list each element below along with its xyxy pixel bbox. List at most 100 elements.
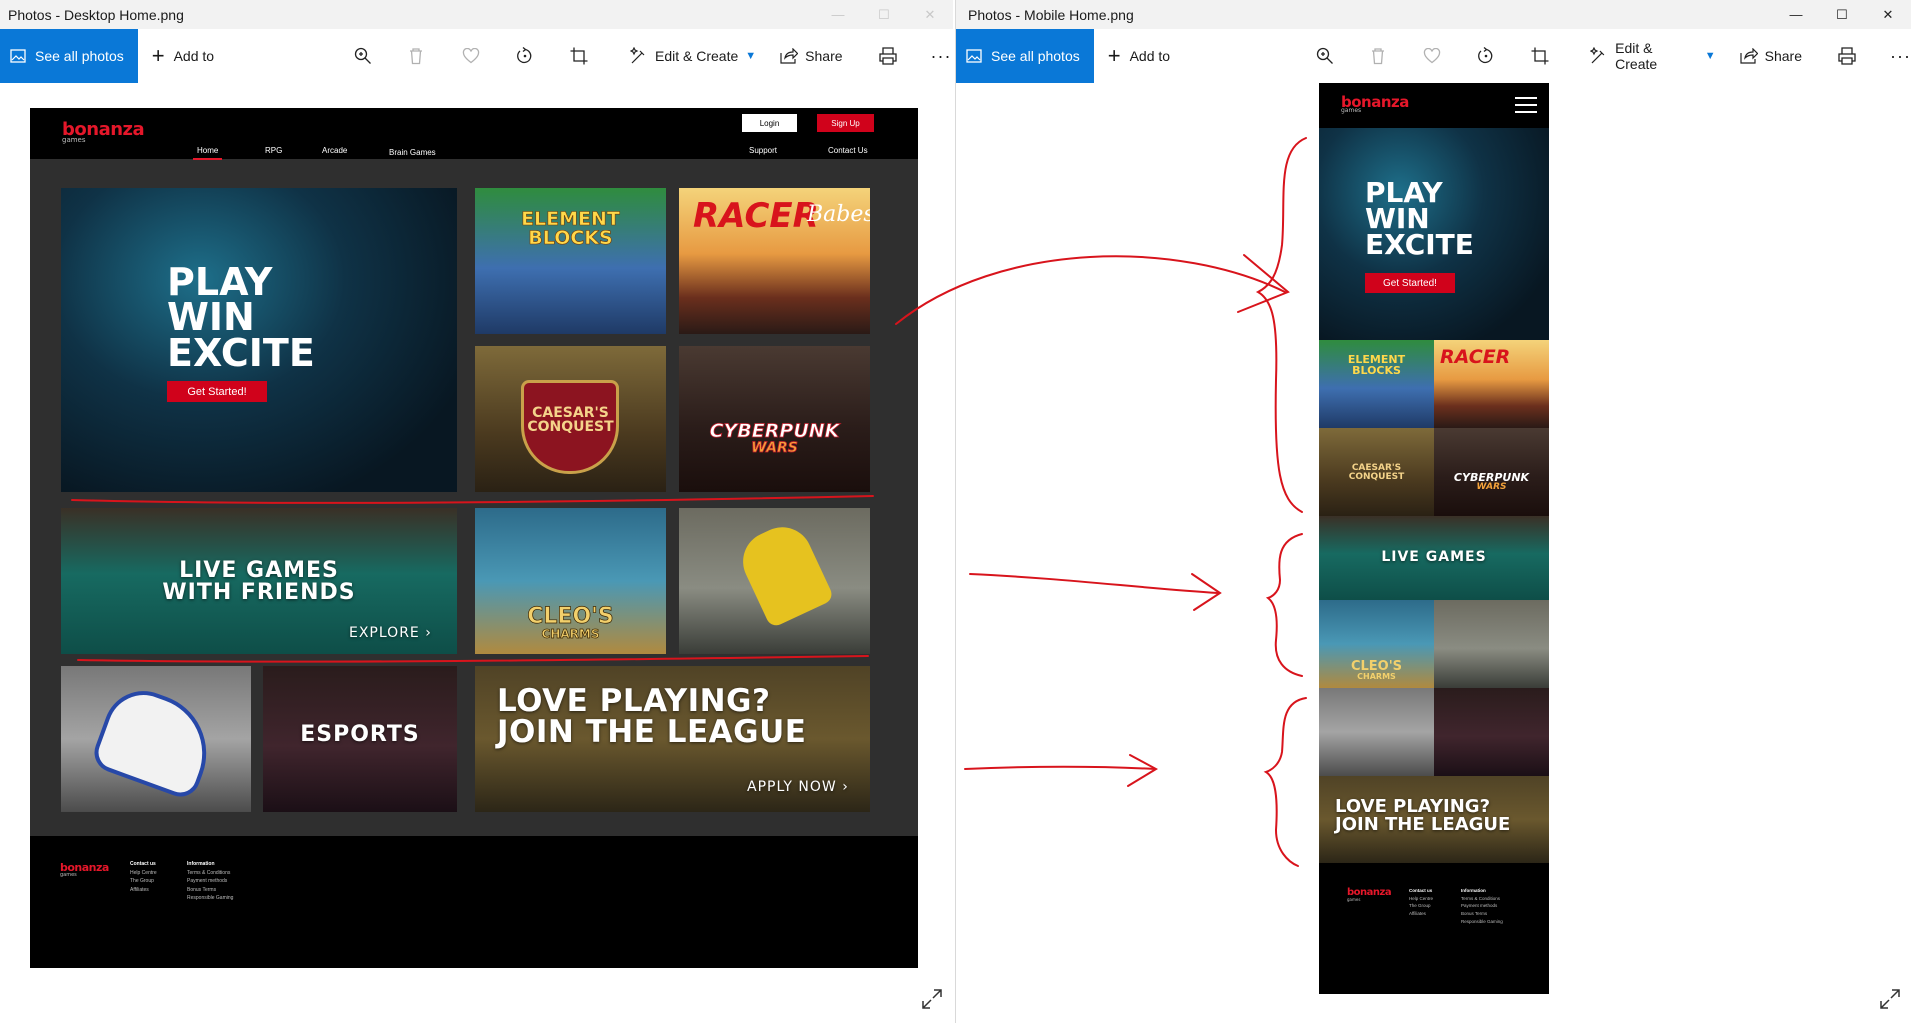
mobile-footer-logo: bonanza games: [1347, 887, 1392, 902]
see-all-photos-button[interactable]: See all photos: [0, 29, 138, 83]
nav-support: Support: [749, 146, 778, 155]
mobile-hero-heading: PLAY WIN EXCITE: [1365, 176, 1474, 262]
print-icon[interactable]: [1838, 47, 1856, 65]
edit-create-button[interactable]: Edit & Create ▼: [1590, 40, 1716, 72]
site-logo: bonanza games: [62, 119, 145, 144]
hero-tile: PLAY WIN EXCITE Get Started!: [61, 188, 457, 492]
delete-icon[interactable]: [1370, 47, 1424, 65]
edit-create-button[interactable]: Edit & Create ▼: [630, 47, 756, 65]
desktop-homepage-image: bonanza games Home RPG Arcade Brain Games…: [30, 108, 918, 968]
print-icon[interactable]: [878, 47, 897, 65]
mobile-motorbike: [1319, 688, 1434, 776]
share-label: Share: [1764, 48, 1802, 64]
see-all-photos-button[interactable]: See all photos: [956, 29, 1094, 83]
window-title: Photos - Mobile Home.png: [968, 6, 1134, 23]
footer-contact-column: Contact us Help Centre The Group Affilia…: [130, 861, 157, 893]
photo-icon: [10, 49, 26, 63]
site-footer: bonanza games Contact us Help Centre The …: [30, 836, 918, 968]
share-icon: [780, 48, 799, 64]
signup-button: Sign Up: [817, 114, 874, 132]
add-to-button[interactable]: + Add to: [1094, 45, 1170, 67]
apply-now-link: APPLY NOW ›: [747, 779, 849, 795]
mobile-live-games-heading: LIVE GAMES: [1381, 549, 1487, 565]
add-to-label: Add to: [1129, 48, 1171, 64]
nav-rpg: RPG: [265, 146, 283, 155]
mobile-cleos-charms: CLEO'S CHARMS: [1319, 600, 1434, 688]
mobile-hero-tile: PLAY WIN EXCITE Get Started!: [1319, 128, 1549, 340]
mobile-caesars-conquest: CAESAR'S CONQUEST: [1319, 428, 1434, 516]
caesars-conquest-tile: CAESAR'S CONQUEST: [475, 346, 666, 492]
share-icon: [1740, 48, 1758, 64]
edit-create-label: Edit & Create: [1615, 40, 1658, 72]
minimize-icon[interactable]: —: [815, 0, 861, 29]
cleos-charms-tile: CLEO'S CHARMS: [475, 508, 666, 654]
goalkeeper-tile: [679, 508, 870, 654]
edit-create-label: Edit & Create: [655, 48, 739, 64]
minimize-icon[interactable]: —: [1773, 0, 1819, 29]
footer-info-column: Information Terms & Conditions Payment m…: [187, 861, 234, 901]
edit-icon: [630, 47, 645, 64]
plus-icon: +: [1107, 43, 1121, 68]
rotate-icon[interactable]: [516, 47, 570, 65]
add-to-label: Add to: [173, 48, 215, 64]
hero-heading: PLAY WIN EXCITE: [167, 260, 315, 375]
window-controls: — ☐ ✕: [815, 0, 953, 29]
window-title: Photos - Desktop Home.png: [8, 6, 184, 23]
zoom-icon[interactable]: [354, 47, 408, 65]
mobile-header: bonanza games: [1319, 83, 1549, 128]
explore-link: EXPLORE ›: [349, 625, 432, 641]
expand-icon[interactable]: [921, 988, 943, 1015]
share-label: Share: [805, 48, 843, 64]
esports-heading: ESPORTS: [300, 722, 420, 747]
element-blocks-tile: ELEMENT BLOCKS: [475, 188, 666, 334]
crop-icon[interactable]: [1531, 47, 1585, 65]
mobile-league-heading: LOVE PLAYING? JOIN THE LEAGUE: [1335, 796, 1511, 835]
racer-babes-tile: RACER Babes: [679, 188, 870, 334]
title-bar: Photos - Desktop Home.png — ☐ ✕: [0, 0, 953, 29]
more-icon[interactable]: ···: [1890, 46, 1911, 67]
favorite-icon[interactable]: [462, 48, 516, 64]
mobile-footer-info: Information Terms & Conditions Payment m…: [1461, 888, 1503, 924]
crop-icon[interactable]: [570, 47, 624, 65]
rotate-icon[interactable]: [1477, 47, 1531, 65]
delete-icon[interactable]: [408, 47, 462, 65]
expand-icon[interactable]: [1879, 988, 1901, 1015]
share-button[interactable]: Share: [1740, 48, 1802, 64]
edit-icon: [1590, 47, 1605, 64]
maximize-icon[interactable]: ☐: [861, 0, 907, 29]
mobile-homepage-image: bonanza games PLAY WIN EXCITE Get Started…: [1319, 83, 1549, 994]
cyberpunk-wars-tile: CYBERPUNK WARS: [679, 346, 870, 492]
zoom-icon[interactable]: [1316, 47, 1370, 65]
title-bar: Photos - Mobile Home.png — ☐ ✕: [956, 0, 1911, 29]
racer-title: RACER: [693, 196, 819, 236]
close-icon[interactable]: ✕: [1865, 0, 1911, 29]
plus-icon: +: [151, 43, 165, 68]
league-tile: LOVE PLAYING? JOIN THE LEAGUE APPLY NOW ›: [475, 666, 870, 812]
chevron-down-icon: ▼: [745, 50, 757, 62]
add-to-button[interactable]: + Add to: [138, 45, 214, 67]
close-icon[interactable]: ✕: [907, 0, 953, 29]
caesars-conquest-title: CAESAR'S CONQUEST: [527, 405, 614, 435]
photos-toolbar: See all photos + Add to Edit & Create ▼ …: [0, 29, 953, 83]
site-header: bonanza games Home RPG Arcade Brain Games…: [30, 108, 918, 160]
mobile-footer-contact: Contact us Help Centre The Group Affilia…: [1409, 888, 1434, 916]
footer-logo: bonanza games: [60, 861, 109, 878]
mobile-esports: [1434, 688, 1549, 776]
mobile-racer-babes: RACER: [1434, 340, 1549, 428]
racer-script: Babes: [807, 202, 870, 227]
maximize-icon[interactable]: ☐: [1819, 0, 1865, 29]
live-games-heading: LIVE GAMES WITH FRIENDS: [162, 558, 356, 605]
more-icon[interactable]: ···: [931, 46, 952, 67]
get-started-button: Get Started!: [167, 381, 267, 402]
mobile-logo: bonanza games: [1341, 93, 1409, 114]
photo-icon: [966, 49, 982, 63]
mobile-cyberpunk-wars: CYBERPUNK WARS: [1434, 428, 1549, 516]
cleos-charms-title: CLEO'S CHARMS: [527, 604, 614, 641]
desktop-photo-window: Photos - Desktop Home.png — ☐ ✕ See all …: [0, 0, 953, 1023]
live-games-tile: LIVE GAMES WITH FRIENDS EXPLORE ›: [61, 508, 457, 654]
favorite-icon[interactable]: [1423, 48, 1477, 64]
share-button[interactable]: Share: [780, 48, 843, 64]
nav-brain-games: Brain Games: [389, 148, 436, 157]
window-controls: — ☐ ✕: [1773, 0, 1911, 29]
login-button: Login: [742, 114, 797, 132]
